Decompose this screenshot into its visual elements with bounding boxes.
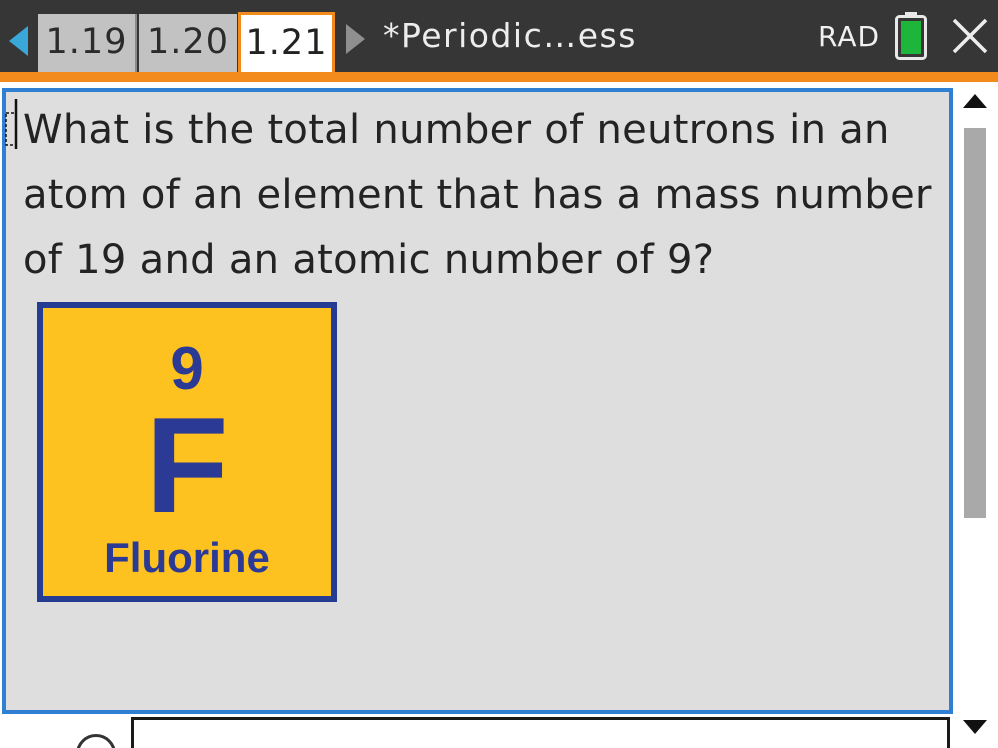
tab-1-20[interactable]: 1.20	[139, 14, 237, 72]
angle-mode-indicator: RAD	[818, 20, 881, 53]
element-name: Fluorine	[104, 534, 270, 581]
next-page-icon[interactable]	[346, 24, 365, 54]
close-icon[interactable]	[951, 17, 989, 55]
text-cursor-icon	[5, 99, 18, 149]
document-title: *Periodic…ess	[383, 16, 637, 55]
scrollbar-thumb[interactable]	[964, 128, 986, 518]
scroll-up-arrow-icon[interactable]	[963, 94, 987, 108]
previous-page-icon[interactable]	[9, 26, 28, 56]
answer-input[interactable]	[131, 717, 950, 748]
tab-accent-line	[0, 72, 998, 82]
tab-1-19[interactable]: 1.19	[38, 14, 137, 72]
tab-1-21[interactable]: 1.21	[238, 12, 335, 76]
battery-icon	[895, 12, 927, 60]
scroll-down-arrow-icon[interactable]	[963, 720, 987, 734]
question-text: What is the total number of neutrons in …	[23, 107, 932, 283]
title-bar: 1.19 1.20 1.21 *Periodic…ess RAD	[0, 0, 998, 76]
element-tile: 9 F Fluorine	[37, 302, 337, 602]
element-symbol: F	[145, 389, 229, 541]
